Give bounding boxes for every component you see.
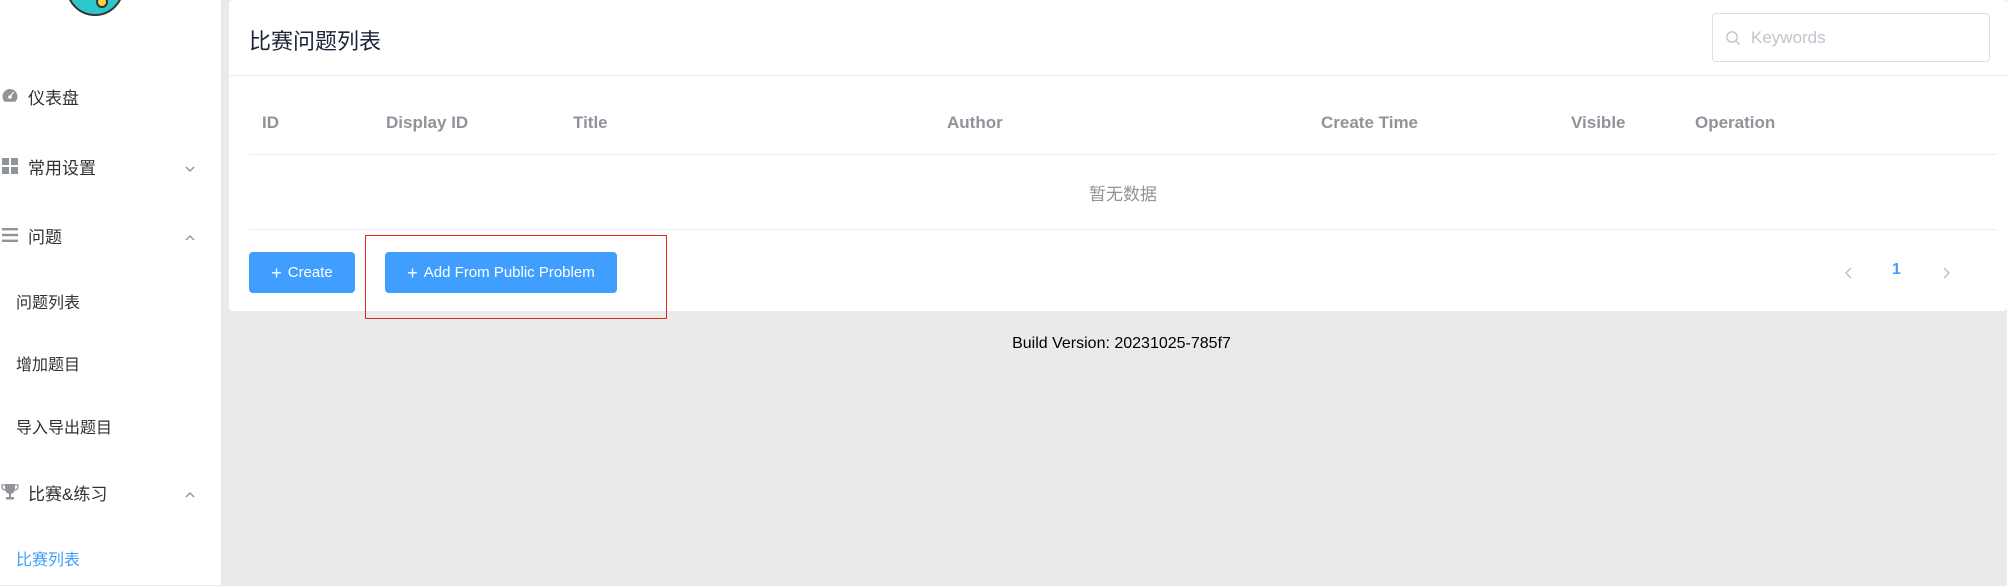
chevron-left-icon	[1844, 267, 1852, 279]
chevron-down-icon	[184, 160, 196, 172]
table-empty-state: 暂无数据	[249, 156, 1997, 230]
add-public-button-label: Add From Public Problem	[423, 264, 595, 281]
contest-problem-panel: 比赛问题列表 ID Display ID Title Author Create…	[229, 0, 2007, 311]
sidebar-item-label: 常用设置	[28, 158, 96, 178]
build-version: Build Version: 20231025-785f7	[1012, 335, 1231, 352]
column-header-operation[interactable]: Operation	[1695, 113, 1775, 133]
sidebar-item-problem[interactable]: 问题	[0, 207, 222, 263]
create-button[interactable]: + Create	[249, 252, 355, 293]
add-from-public-problem-button[interactable]: + Add From Public Problem	[385, 252, 617, 293]
sidebar-item-label: 仪表盘	[28, 88, 79, 108]
pagination-prev-button[interactable]	[1839, 262, 1859, 284]
grid-icon	[0, 156, 20, 176]
plus-icon: +	[407, 262, 418, 283]
column-header-visible[interactable]: Visible	[1571, 113, 1626, 133]
sidebar-subitem-label: 增加题目	[16, 357, 81, 374]
sidebar-item-label: 比赛&练习	[28, 484, 108, 504]
chevron-up-icon	[184, 486, 196, 498]
chevron-right-icon	[1943, 267, 1951, 279]
panel-header: 比赛问题列表	[229, 0, 2007, 76]
column-header-display-id[interactable]: Display ID	[386, 113, 468, 133]
dashboard-icon	[0, 86, 20, 106]
sidebar-subitem-label: 比赛列表	[16, 552, 81, 569]
search-icon	[1726, 30, 1740, 45]
table-header: ID Display ID Title Author Create Time V…	[249, 100, 1997, 155]
sidebar-item-contest-list[interactable]: 比赛列表	[0, 530, 222, 586]
logo	[66, 0, 124, 16]
column-header-title[interactable]: Title	[573, 113, 608, 133]
column-header-author[interactable]: Author	[947, 113, 1003, 133]
search-input[interactable]	[1749, 26, 1969, 49]
sidebar-item-import-export[interactable]: 导入导出题目	[0, 398, 222, 454]
column-header-create-time[interactable]: Create Time	[1321, 113, 1418, 133]
page-title: 比赛问题列表	[249, 29, 382, 54]
create-button-label: Create	[287, 264, 333, 281]
sidebar-item-label: 问题	[28, 227, 62, 247]
logo-dot	[96, 0, 108, 8]
trophy-icon	[0, 482, 20, 502]
sidebar-item-settings[interactable]: 常用设置	[0, 138, 222, 194]
plus-icon: +	[271, 262, 282, 283]
sidebar: 仪表盘 常用设置 问题 问题列表 增加题目 导入导出题目 比赛&练习 比赛列表	[0, 0, 222, 585]
sidebar-item-contest[interactable]: 比赛&练习	[0, 464, 222, 520]
column-header-id[interactable]: ID	[262, 113, 279, 133]
search-box[interactable]	[1712, 13, 1990, 62]
sidebar-subitem-label: 问题列表	[16, 295, 81, 312]
pagination-page-1[interactable]: 1	[1892, 261, 1901, 279]
pagination-next-button[interactable]	[1936, 262, 1956, 284]
sidebar-item-problem-list[interactable]: 问题列表	[0, 273, 222, 329]
sidebar-item-dashboard[interactable]: 仪表盘	[0, 68, 222, 124]
sidebar-subitem-label: 导入导出题目	[16, 420, 113, 437]
chevron-up-icon	[184, 229, 196, 241]
list-icon	[0, 225, 20, 245]
